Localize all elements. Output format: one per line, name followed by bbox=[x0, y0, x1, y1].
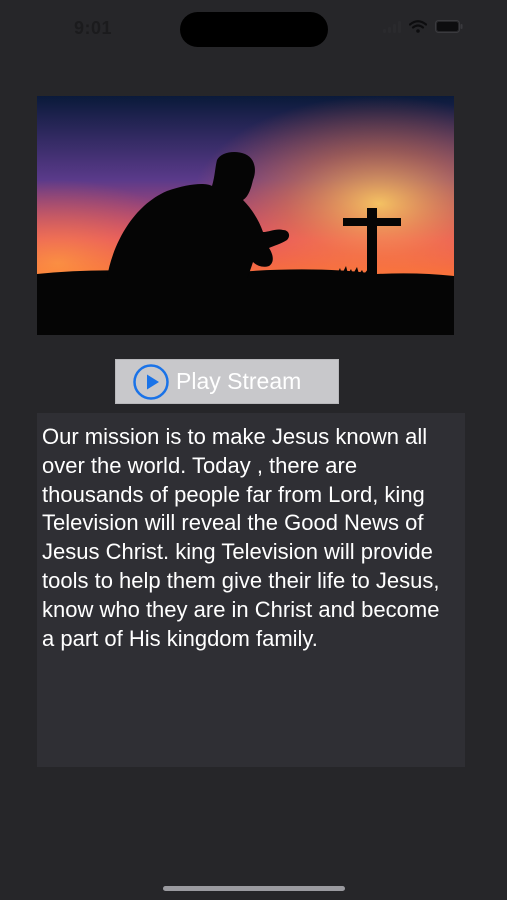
play-circle-icon bbox=[133, 363, 169, 400]
status-icons bbox=[383, 20, 463, 33]
hero-image bbox=[37, 96, 454, 335]
dynamic-island bbox=[180, 12, 328, 47]
mission-statement: Our mission is to make Jesus known all o… bbox=[42, 424, 440, 651]
signal-icon bbox=[383, 20, 401, 33]
mission-text-panel: Our mission is to make Jesus known all o… bbox=[37, 413, 465, 767]
wifi-icon bbox=[409, 20, 427, 33]
home-indicator[interactable] bbox=[163, 886, 345, 891]
play-stream-button[interactable]: Play Stream bbox=[115, 359, 339, 404]
battery-icon bbox=[435, 20, 463, 33]
status-time: 9:01 bbox=[74, 18, 113, 38]
play-stream-label: Play Stream bbox=[176, 368, 302, 394]
